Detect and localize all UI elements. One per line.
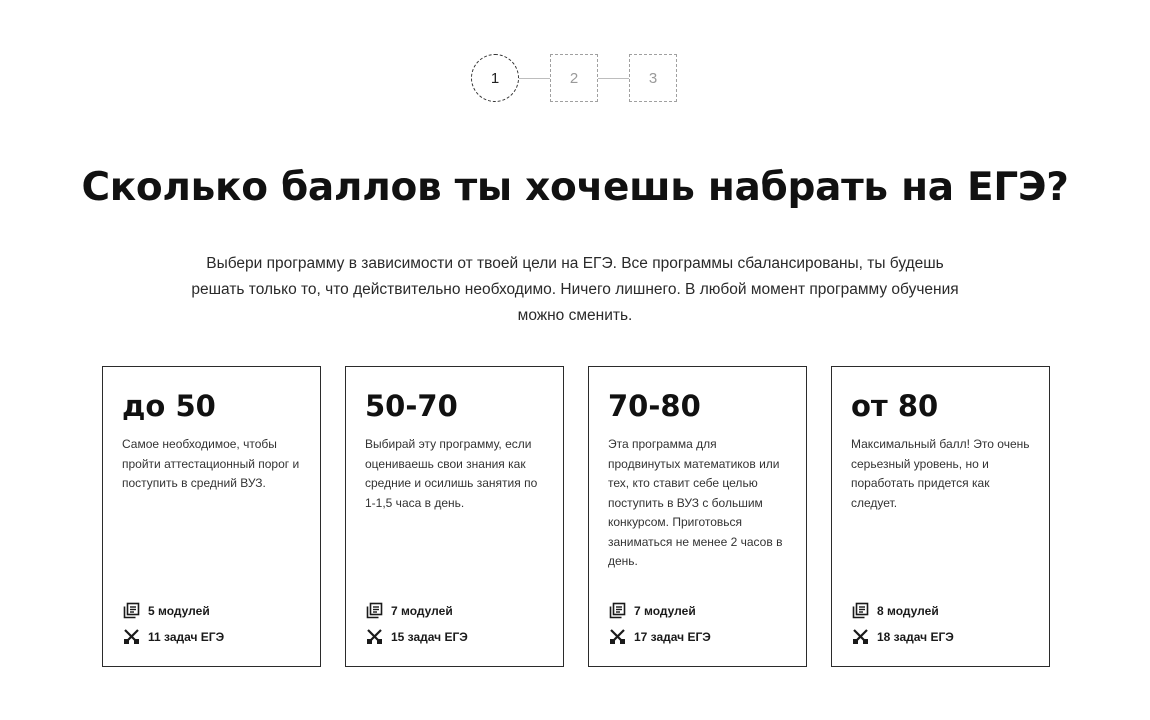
card-modules-label: 7 модулей [634, 603, 696, 618]
card-score: до 50 [122, 389, 216, 423]
progress-stepper: 1 2 3 [471, 54, 677, 102]
card-tasks: 15 задач ЕГЭ [366, 628, 468, 645]
card-tasks-label: 17 задач ЕГЭ [634, 629, 711, 644]
card-tasks-label: 15 задач ЕГЭ [391, 629, 468, 644]
program-card-from-80[interactable]: от 80 Максимальный балл! Это очень серье… [831, 366, 1050, 667]
card-score: 50-70 [365, 389, 458, 423]
page-subtitle: Выбери программу в зависимости от твоей … [191, 255, 959, 324]
program-cards: до 50 Самое необходимое, чтобы пройти ат… [102, 366, 1050, 667]
card-description: Максимальный балл! Это очень серьезный у… [851, 437, 1030, 510]
card-modules: 8 модулей [852, 602, 939, 619]
card-modules: 7 модулей [366, 602, 453, 619]
modules-icon [609, 602, 626, 619]
card-description: Выбирай эту программу, если оцениваешь с… [365, 437, 538, 510]
modules-icon [366, 602, 383, 619]
step-connector [519, 77, 550, 79]
tasks-icon [852, 628, 869, 645]
card-modules: 7 модулей [609, 602, 696, 619]
card-modules-label: 7 модулей [391, 603, 453, 618]
card-modules: 5 модулей [123, 602, 210, 619]
card-tasks: 17 задач ЕГЭ [609, 628, 711, 645]
step-2[interactable]: 2 [550, 54, 598, 102]
tasks-icon [123, 628, 140, 645]
program-card-50-70[interactable]: 50-70 Выбирай эту программу, если оценив… [345, 366, 564, 667]
program-card-upto-50[interactable]: до 50 Самое необходимое, чтобы пройти ат… [102, 366, 321, 667]
step-connector [598, 77, 629, 79]
card-tasks-label: 11 задач ЕГЭ [148, 629, 225, 644]
card-tasks-label: 18 задач ЕГЭ [877, 629, 954, 644]
step-1[interactable]: 1 [471, 54, 519, 102]
modules-icon [123, 602, 140, 619]
card-score: 70-80 [608, 389, 701, 423]
card-description: Эта программа для продвинутых математико… [608, 437, 783, 568]
card-score: от 80 [851, 389, 939, 423]
card-modules-label: 5 модулей [148, 603, 210, 618]
tasks-icon [366, 628, 383, 645]
card-modules-label: 8 модулей [877, 603, 939, 618]
page-title: Сколько баллов ты хочешь набрать на ЕГЭ? [81, 165, 1069, 210]
tasks-icon [609, 628, 626, 645]
step-3[interactable]: 3 [629, 54, 677, 102]
card-description: Самое необходимое, чтобы пройти аттестац… [122, 437, 300, 490]
program-card-70-80[interactable]: 70-80 Эта программа для продвинутых мате… [588, 366, 807, 667]
card-tasks: 11 задач ЕГЭ [123, 628, 224, 645]
modules-icon [852, 602, 869, 619]
card-tasks: 18 задач ЕГЭ [852, 628, 954, 645]
